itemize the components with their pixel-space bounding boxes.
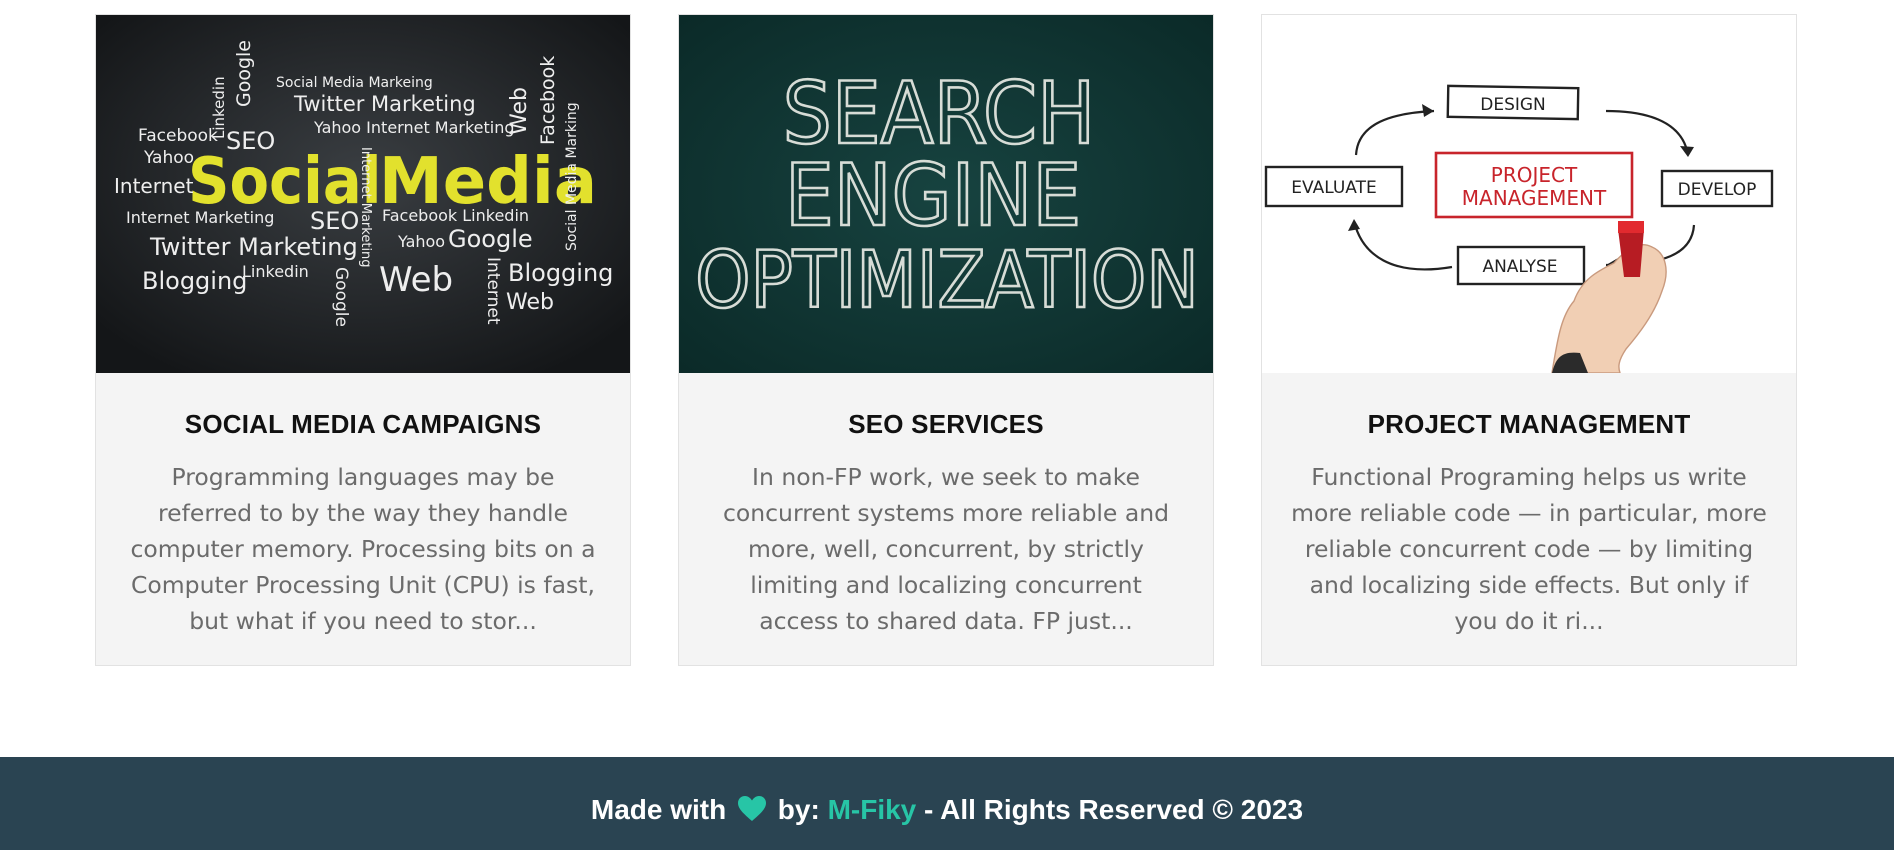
word: Social Media Markeing [276, 75, 433, 91]
word: Blogging [508, 259, 613, 287]
card-title[interactable]: SEO SERVICES [679, 409, 1213, 440]
social-media-wordcloud-image: Social Media Twitter Marketing Social Me… [96, 15, 630, 373]
word: Yahoo [143, 148, 194, 168]
services-section: Social Media Twitter Marketing Social Me… [95, 14, 1799, 666]
word: Facebook [138, 126, 218, 146]
word: Yahoo [397, 232, 445, 251]
cycle-center-line: PROJECT [1491, 163, 1578, 187]
cycle-step: DESIGN [1480, 95, 1546, 115]
service-card-project-management[interactable]: DESIGN DEVELOP ANALYSE EVALUATE PROJECT … [1261, 14, 1797, 666]
word: Google [331, 267, 351, 327]
word: Facebook Linkedin [382, 206, 529, 225]
cycle-step: DEVELOP [1678, 180, 1757, 200]
word: Yahoo Internet Marketing [313, 118, 515, 137]
card-description: Programming languages may be referred to… [130, 463, 596, 635]
word: Google [233, 40, 255, 107]
word: Google [448, 225, 533, 253]
card-title[interactable]: PROJECT MANAGEMENT [1262, 409, 1796, 440]
seo-line: OPTIMIZATION [695, 236, 1199, 326]
word: Twitter Marketing [293, 92, 476, 116]
service-card-seo[interactable]: SEARCH ENGINE OPTIMIZATION SEO SERVICES … [678, 14, 1214, 666]
word: Web [506, 290, 554, 315]
footer-rights: - All Rights Reserved © 2023 [924, 794, 1304, 825]
heart-icon [738, 760, 766, 866]
cycle-center-line: MANAGEMENT [1462, 186, 1607, 210]
card-title[interactable]: SOCIAL MEDIA CAMPAIGNS [96, 409, 630, 440]
word: Blogging [142, 267, 247, 295]
word: Social Media Marking [564, 102, 580, 251]
word: Web [379, 260, 453, 300]
footer-author-link[interactable]: M-Fiky [828, 794, 917, 825]
project-management-cycle-image: DESIGN DEVELOP ANALYSE EVALUATE PROJECT … [1262, 15, 1796, 373]
card-description: In non-FP work, we seek to make concurre… [722, 463, 1170, 635]
seo-line: ENGINE [785, 146, 1081, 246]
word: Internet Marketing [126, 208, 274, 227]
word: SEO [310, 207, 359, 235]
site-footer: Made with by: M-Fiky - All Rights Reserv… [0, 757, 1894, 850]
word: Linkedin [242, 262, 309, 281]
word: Facebook [537, 56, 559, 145]
card-description: Functional Programing helps us write mor… [1291, 463, 1767, 635]
word: Internet [114, 174, 194, 198]
service-card-social-media[interactable]: Social Media Twitter Marketing Social Me… [95, 14, 631, 666]
seo-chalkboard-image: SEARCH ENGINE OPTIMIZATION [679, 15, 1213, 373]
word: Internet Marketing [358, 147, 373, 268]
word: Twitter Marketing [149, 233, 358, 261]
word: Linkedin [210, 76, 228, 139]
cycle-step: ANALYSE [1482, 257, 1557, 277]
footer-by: by: [777, 794, 820, 825]
word: Web [507, 87, 532, 135]
footer-made-with: Made with [590, 794, 727, 825]
cycle-step: EVALUATE [1291, 178, 1376, 198]
word: SEO [226, 127, 275, 155]
word: Internet [483, 257, 503, 325]
